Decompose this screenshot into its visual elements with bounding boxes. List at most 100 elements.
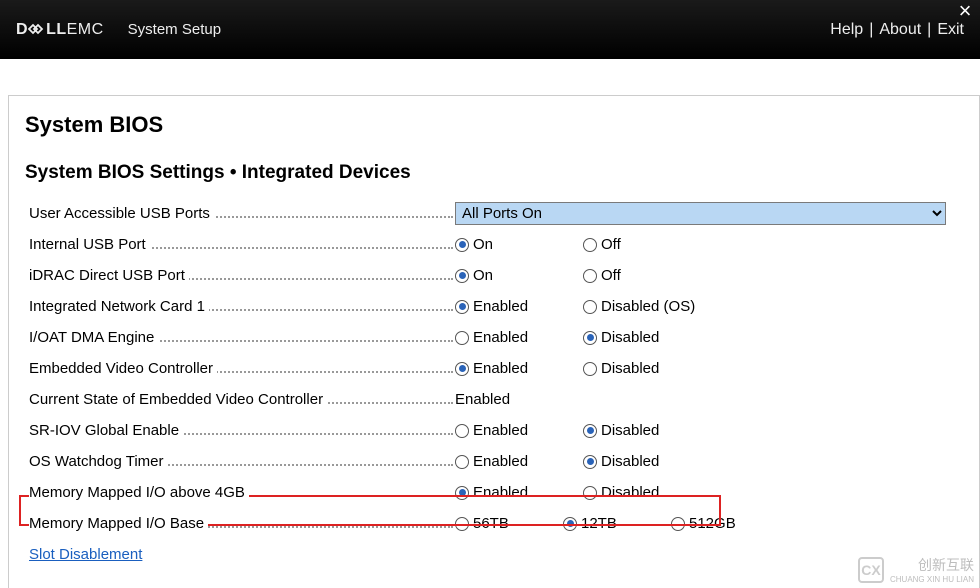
label-cell: OS Watchdog Timer: [29, 453, 453, 470]
row-idrac-usb: iDRAC Direct USB Port On Off: [29, 260, 959, 291]
topbar-left: DLLEMC System Setup: [16, 21, 221, 39]
nav-separator: |: [927, 21, 931, 39]
radio-label: Enabled: [473, 422, 528, 439]
radio-mmio-base-12tb[interactable]: 12TB: [563, 515, 653, 532]
radio-video-enabled[interactable]: Enabled: [455, 360, 565, 377]
radio-watchdog-disabled[interactable]: Disabled: [583, 453, 723, 470]
radio-icon: [455, 455, 469, 469]
radio-icon: [583, 238, 597, 252]
radio-mmio-base-512gb[interactable]: 512GB: [671, 515, 736, 532]
radio-watchdog-enabled[interactable]: Enabled: [455, 453, 565, 470]
radio-label: Disabled: [601, 453, 659, 470]
close-button[interactable]: ×: [952, 0, 978, 20]
value-cell: 56TB 12TB 512GB: [453, 515, 959, 532]
radio-icon: [563, 517, 577, 531]
label-cell: Memory Mapped I/O above 4GB: [29, 484, 453, 501]
app-title: System Setup: [128, 21, 221, 38]
value-cell: Enabled Disabled: [453, 484, 959, 501]
radio-internal-usb-off[interactable]: Off: [583, 236, 723, 253]
radio-label: On: [473, 267, 493, 284]
label-cell: iDRAC Direct USB Port: [29, 267, 453, 284]
setting-label: Memory Mapped I/O Base: [29, 515, 208, 532]
radio-label: Off: [601, 267, 621, 284]
setting-label: User Accessible USB Ports: [29, 205, 214, 222]
help-link[interactable]: Help: [830, 21, 863, 39]
watermark-line2: CHUANG XIN HU LIAN: [890, 575, 974, 584]
row-watchdog: OS Watchdog Timer Enabled Disabled: [29, 446, 959, 477]
radio-label: Enabled: [473, 298, 528, 315]
watermark: CX 创新互联 CHUANG XIN HU LIAN: [858, 555, 974, 584]
setting-label: iDRAC Direct USB Port: [29, 267, 189, 284]
usb-ports-select[interactable]: All Ports On: [455, 202, 946, 225]
radio-video-disabled[interactable]: Disabled: [583, 360, 723, 377]
brand-logo: DLLEMC: [16, 21, 104, 39]
radio-icon: [583, 300, 597, 314]
radio-nic1-enabled[interactable]: Enabled: [455, 298, 565, 315]
row-internal-usb: Internal USB Port On Off: [29, 229, 959, 260]
row-usb-ports: User Accessible USB Ports All Ports On: [29, 198, 959, 229]
radio-icon: [455, 362, 469, 376]
slot-disablement-link[interactable]: Slot Disablement: [29, 546, 142, 563]
radio-internal-usb-on[interactable]: On: [455, 236, 565, 253]
radio-icon: [455, 517, 469, 531]
video-state-value: Enabled: [455, 391, 510, 408]
radio-label: Off: [601, 236, 621, 253]
value-cell: On Off: [453, 236, 959, 253]
setting-label: Current State of Embedded Video Controll…: [29, 391, 327, 408]
setting-label: Integrated Network Card 1: [29, 298, 209, 315]
radio-label: Disabled: [601, 329, 659, 346]
radio-sriov-disabled[interactable]: Disabled: [583, 422, 723, 439]
topbar-nav: Help | About | Exit: [830, 21, 964, 39]
row-video: Embedded Video Controller Enabled Disabl…: [29, 353, 959, 384]
radio-label: 12TB: [581, 515, 617, 532]
radio-icon: [583, 424, 597, 438]
radio-label: Enabled: [473, 484, 528, 501]
radio-icon: [583, 331, 597, 345]
label-cell: Embedded Video Controller: [29, 360, 453, 377]
row-mmio-base: Memory Mapped I/O Base 56TB 12TB 512GB: [29, 508, 959, 539]
label-cell: Memory Mapped I/O Base: [29, 515, 453, 532]
value-cell: Enabled Disabled: [453, 360, 959, 377]
setting-label: OS Watchdog Timer: [29, 453, 168, 470]
radio-icon: [455, 269, 469, 283]
setting-label: SR-IOV Global Enable: [29, 422, 183, 439]
about-link[interactable]: About: [879, 21, 921, 39]
radio-label: Enabled: [473, 329, 528, 346]
radio-label: 56TB: [473, 515, 509, 532]
row-sriov: SR-IOV Global Enable Enabled Disabled: [29, 415, 959, 446]
panel-title: System BIOS: [21, 96, 967, 148]
exit-link[interactable]: Exit: [937, 21, 964, 39]
value-cell: All Ports On: [453, 202, 959, 225]
label-cell: I/OAT DMA Engine: [29, 329, 453, 346]
breadcrumb: System BIOS Settings • Integrated Device…: [21, 148, 967, 194]
value-cell: Enabled Disabled: [453, 453, 959, 470]
settings-list: User Accessible USB Ports All Ports On I…: [21, 194, 967, 576]
radio-icon: [583, 362, 597, 376]
radio-ioat-disabled[interactable]: Disabled: [583, 329, 723, 346]
watermark-logo-icon: CX: [858, 557, 884, 583]
radio-idrac-usb-on[interactable]: On: [455, 267, 565, 284]
value-cell: Enabled: [453, 391, 959, 408]
radio-mmio4gb-enabled[interactable]: Enabled: [455, 484, 565, 501]
radio-label: Disabled: [601, 484, 659, 501]
radio-label: On: [473, 236, 493, 253]
radio-idrac-usb-off[interactable]: Off: [583, 267, 723, 284]
radio-nic1-disabled[interactable]: Disabled (OS): [583, 298, 723, 315]
radio-icon: [455, 238, 469, 252]
radio-mmio4gb-disabled[interactable]: Disabled: [583, 484, 723, 501]
radio-label: Disabled: [601, 422, 659, 439]
row-video-state: Current State of Embedded Video Controll…: [29, 384, 959, 415]
radio-ioat-enabled[interactable]: Enabled: [455, 329, 565, 346]
radio-sriov-enabled[interactable]: Enabled: [455, 422, 565, 439]
row-slot-disablement: Slot Disablement: [29, 539, 959, 570]
radio-icon: [455, 300, 469, 314]
radio-mmio-base-56tb[interactable]: 56TB: [455, 515, 545, 532]
label-cell: Integrated Network Card 1: [29, 298, 453, 315]
row-nic1: Integrated Network Card 1 Enabled Disabl…: [29, 291, 959, 322]
panel: System BIOS System BIOS Settings • Integ…: [8, 95, 980, 588]
watermark-line1: 创新互联: [890, 555, 974, 575]
radio-icon: [671, 517, 685, 531]
watermark-text: 创新互联 CHUANG XIN HU LIAN: [890, 555, 974, 584]
radio-icon: [455, 424, 469, 438]
setting-label: I/OAT DMA Engine: [29, 329, 158, 346]
